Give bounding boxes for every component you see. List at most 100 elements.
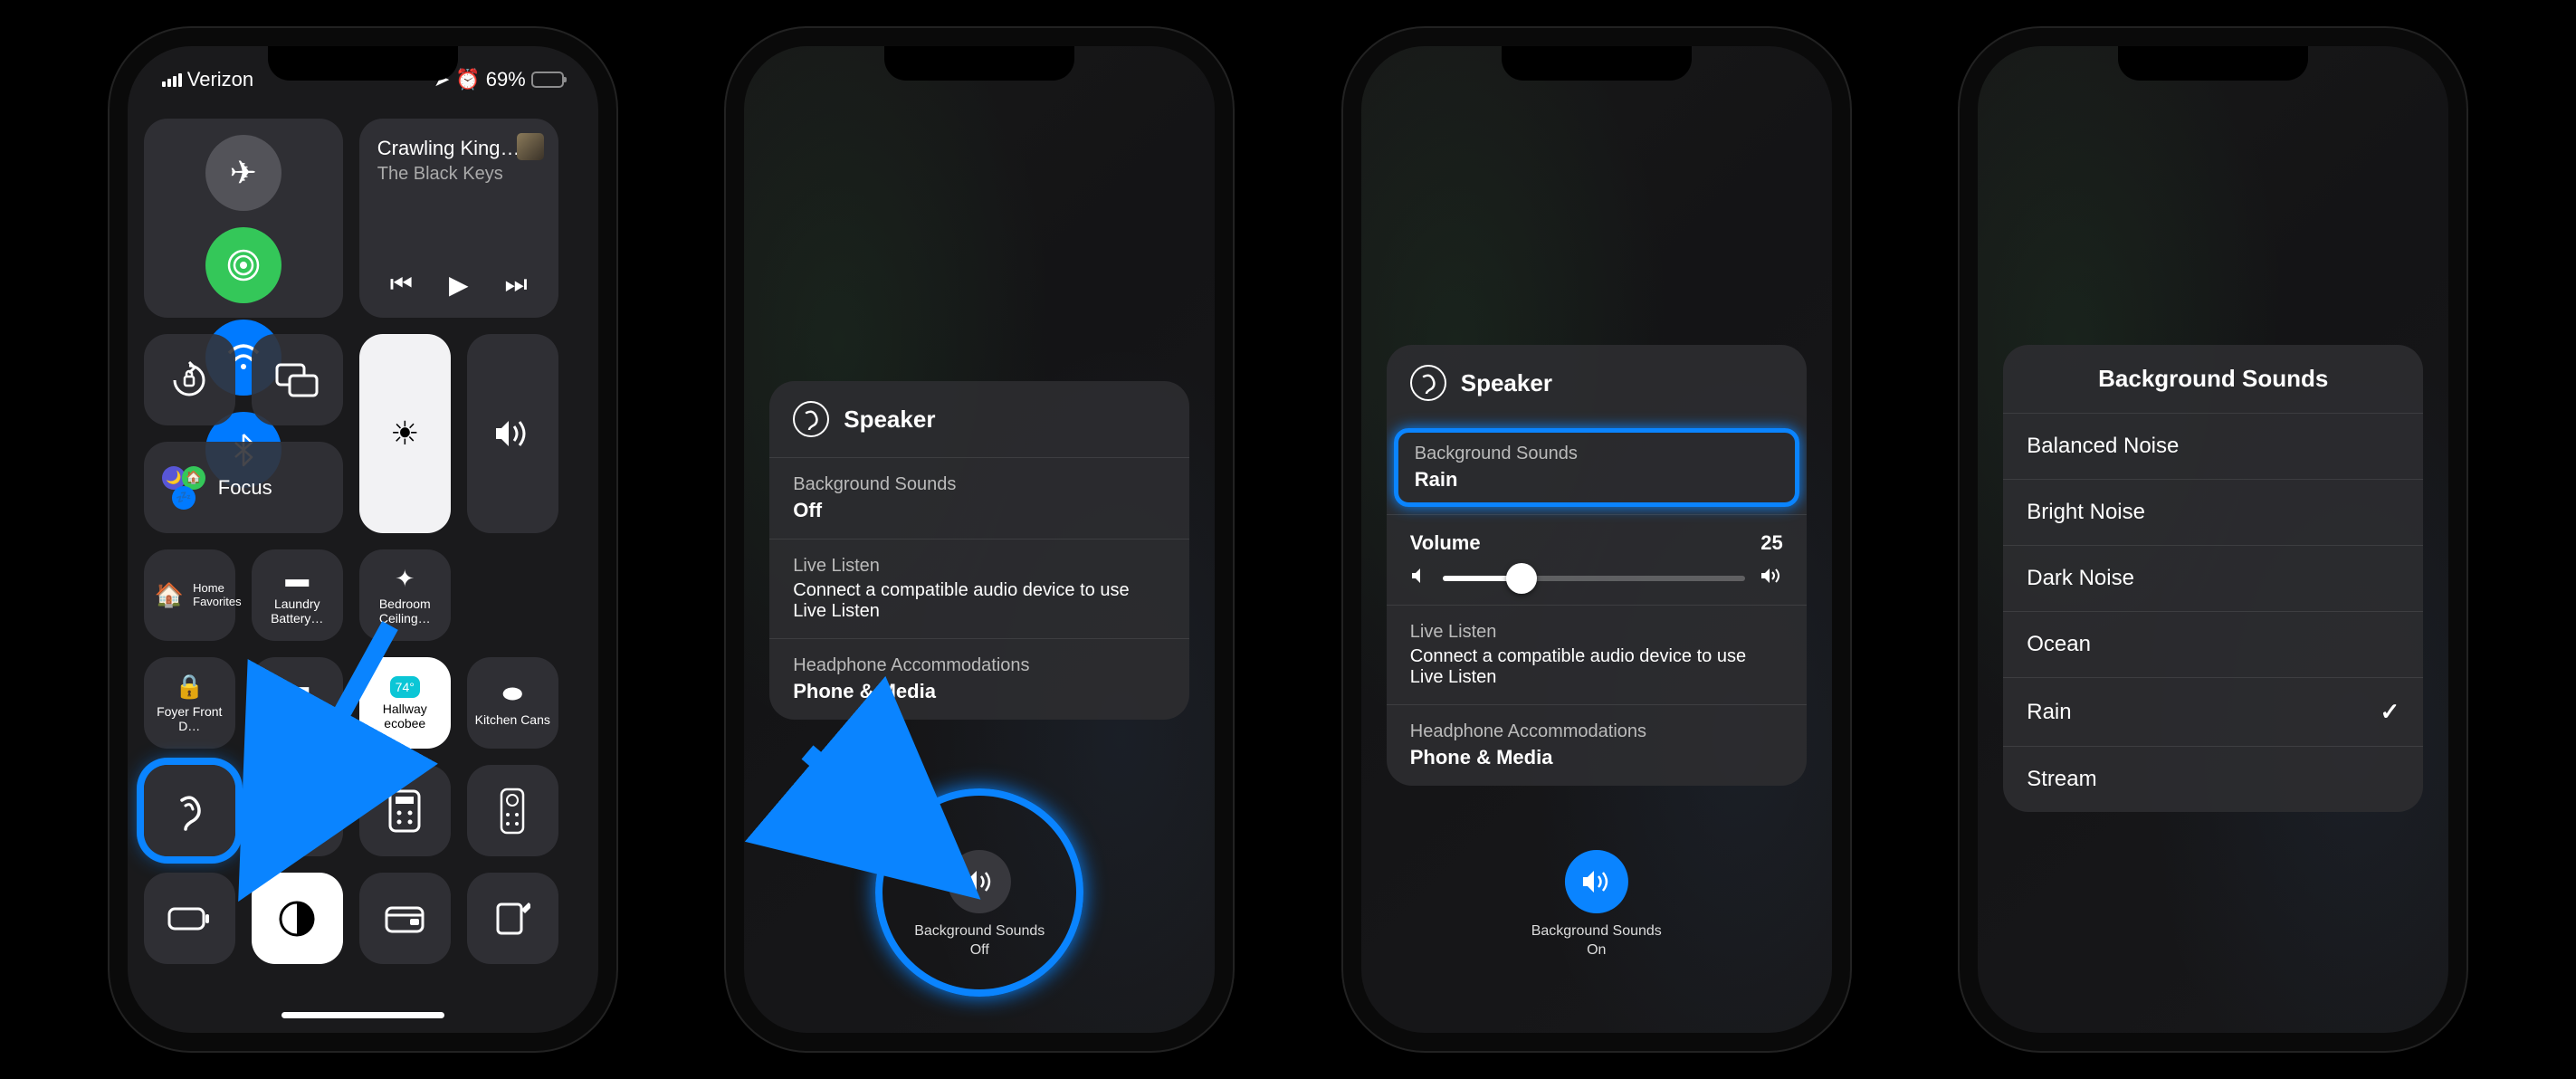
volume-value: 25 bbox=[1760, 531, 1782, 555]
background-sounds-toggle[interactable]: Background SoundsOff bbox=[914, 850, 1045, 960]
phone-hearing-off: Speaker Background Sounds Off Live Liste… bbox=[726, 28, 1233, 1051]
live-listen-row[interactable]: Live Listen Connect a compatible audio d… bbox=[1387, 605, 1807, 704]
sound-option[interactable]: Dark Noise bbox=[2003, 545, 2423, 611]
wallet-button[interactable] bbox=[359, 873, 451, 964]
bg-sounds-value: Off bbox=[793, 499, 1166, 522]
sound-option-label: Balanced Noise bbox=[2027, 434, 2179, 459]
background-sounds-row[interactable]: Background Sounds Off bbox=[769, 457, 1189, 539]
headphone-accommodations-row[interactable]: Headphone Accommodations Phone & Media bbox=[769, 638, 1189, 720]
checkmark-icon: ✓ bbox=[2380, 698, 2399, 726]
home-tile-label: Laundry Battery… bbox=[259, 597, 336, 625]
notes-button[interactable] bbox=[467, 873, 558, 964]
rewind-button[interactable]: ⏮ bbox=[390, 270, 413, 300]
calculator-button[interactable] bbox=[359, 765, 451, 856]
focus-icons: 🌙🏠💤 bbox=[162, 466, 205, 510]
home-indicator[interactable] bbox=[281, 1012, 444, 1018]
notch bbox=[2118, 46, 2308, 81]
kitchen-tile[interactable]: ⬬ Kitchen Cans bbox=[467, 657, 558, 749]
low-power-button[interactable] bbox=[144, 873, 235, 964]
orientation-lock-toggle[interactable] bbox=[144, 334, 235, 425]
accomm-label: Headphone Accommodations bbox=[1410, 721, 1783, 742]
thermostat-tile[interactable]: 74° Hallway ecobee bbox=[359, 657, 451, 749]
battery-percent: 69% bbox=[486, 68, 526, 91]
notch bbox=[1502, 46, 1692, 81]
fan-icon: ✦ bbox=[395, 565, 415, 593]
sounds-title: Background Sounds bbox=[2003, 345, 2423, 413]
focus-label: Focus bbox=[218, 476, 272, 500]
accomm-value: Phone & Media bbox=[793, 680, 1166, 703]
volume-label: Volume bbox=[1410, 531, 1481, 555]
home-tile-label: Foyer Front D… bbox=[151, 704, 228, 733]
hearing-button[interactable] bbox=[144, 765, 235, 856]
focus-module[interactable]: 🌙🏠💤 Focus bbox=[144, 442, 343, 533]
volume-max-icon bbox=[1760, 568, 1783, 588]
hearing-panel: Speaker Background Sounds Off Live Liste… bbox=[769, 381, 1189, 720]
home-tile-label: Home Favorites bbox=[193, 582, 241, 608]
ear-icon bbox=[793, 401, 829, 437]
temp-icon: 74° bbox=[390, 676, 420, 698]
background-sounds-row[interactable]: Background Sounds Rain bbox=[1394, 428, 1799, 507]
phone-hearing-on: Speaker Background Sounds Rain Volume 25 bbox=[1343, 28, 1850, 1051]
sound-option-label: Stream bbox=[2027, 767, 2096, 792]
alarm-icon: ⏰ bbox=[455, 68, 480, 91]
phone-control-center: Verizon ➤ ⏰ 69% ✈︎ bbox=[110, 28, 616, 1051]
headphone-accommodations-row[interactable]: Headphone Accommodations Phone & Media bbox=[1387, 704, 1807, 786]
device-name: Speaker bbox=[1461, 369, 1552, 397]
laundry-tile[interactable]: ▬ Laundry Battery… bbox=[252, 549, 343, 641]
volume-slider[interactable] bbox=[467, 334, 558, 533]
cellular-signal-icon bbox=[162, 73, 182, 87]
bg-sounds-label: Background Sounds bbox=[793, 474, 1166, 495]
sound-option-label: Bright Noise bbox=[2027, 500, 2145, 525]
dark-mode-toggle[interactable] bbox=[252, 873, 343, 964]
home-favorites-tile[interactable]: 🏠 Home Favorites bbox=[144, 549, 235, 641]
carrier-label: Verizon bbox=[187, 68, 253, 91]
hearing-panel: Speaker Background Sounds Rain Volume 25 bbox=[1387, 345, 1807, 786]
play-button[interactable]: ▶ bbox=[449, 270, 469, 300]
battery-icon bbox=[531, 72, 564, 88]
sound-option[interactable]: Ocean bbox=[2003, 611, 2423, 677]
toggle-label: Background SoundsOff bbox=[914, 922, 1045, 960]
live-listen-label: Live Listen bbox=[793, 556, 1166, 577]
home-tile-label: Bedroom Ceiling… bbox=[367, 597, 444, 625]
stack-icon: ▬ bbox=[285, 565, 309, 593]
sound-option-label: Dark Noise bbox=[2027, 566, 2134, 591]
home-tile-label: Hallway ecobee bbox=[367, 702, 444, 730]
volume-row[interactable]: Volume 25 bbox=[1387, 514, 1807, 605]
brightness-slider[interactable]: ☀︎ bbox=[359, 334, 451, 533]
home-tile-label: Kitchen Cans bbox=[475, 712, 550, 727]
accomm-value: Phone & Media bbox=[1410, 746, 1783, 769]
toggle-label: Background SoundsOn bbox=[1531, 922, 1662, 960]
airplane-mode-toggle[interactable]: ✈︎ bbox=[205, 135, 281, 211]
light-icon: ⬬ bbox=[502, 680, 522, 709]
notch bbox=[884, 46, 1074, 81]
screen-record-button[interactable] bbox=[252, 765, 343, 856]
live-listen-row[interactable]: Live Listen Connect a compatible audio d… bbox=[769, 539, 1189, 638]
sound-option[interactable]: Balanced Noise bbox=[2003, 413, 2423, 479]
sound-option-label: Rain bbox=[2027, 700, 2071, 725]
ceiling-tile[interactable]: ✦ Bedroom Ceiling… bbox=[359, 549, 451, 641]
speaker-icon[interactable] bbox=[1565, 850, 1628, 913]
accomm-label: Headphone Accommodations bbox=[793, 655, 1166, 676]
background-sounds-toggle[interactable]: Background SoundsOn bbox=[1531, 850, 1662, 960]
home-icon: 🏠 bbox=[155, 581, 184, 609]
speaker-icon[interactable] bbox=[948, 850, 1011, 913]
sounds-panel: Background Sounds Balanced Noise Bright … bbox=[2003, 345, 2423, 812]
media-artist: The Black Keys bbox=[377, 164, 503, 185]
cellular-data-toggle[interactable] bbox=[205, 227, 281, 303]
sound-option[interactable]: Stream bbox=[2003, 746, 2423, 812]
apple-tv-remote-button[interactable] bbox=[467, 765, 558, 856]
volume-slider[interactable] bbox=[1443, 576, 1745, 581]
foyer-tile[interactable]: 🔒 Foyer Front D… bbox=[144, 657, 235, 749]
sound-option-label: Ocean bbox=[2027, 632, 2091, 657]
bg-sounds-label: Background Sounds bbox=[1415, 444, 1779, 464]
media-module[interactable]: Crawling King… The Black Keys ⏮ ▶ ⏭ bbox=[359, 119, 558, 318]
connectivity-module[interactable]: ✈︎ bbox=[144, 119, 343, 318]
camera-icon: ▬ bbox=[285, 673, 309, 701]
screen-mirroring-button[interactable] bbox=[252, 334, 343, 425]
live-listen-text: Connect a compatible audio device to use… bbox=[793, 580, 1166, 622]
fast-forward-button[interactable]: ⏭ bbox=[505, 270, 528, 300]
sound-option-selected[interactable]: Rain ✓ bbox=[2003, 677, 2423, 746]
bg-sounds-value: Rain bbox=[1415, 468, 1779, 492]
sound-option[interactable]: Bright Noise bbox=[2003, 479, 2423, 545]
garage-tile[interactable]: ▬ Garage Perch… bbox=[252, 657, 343, 749]
